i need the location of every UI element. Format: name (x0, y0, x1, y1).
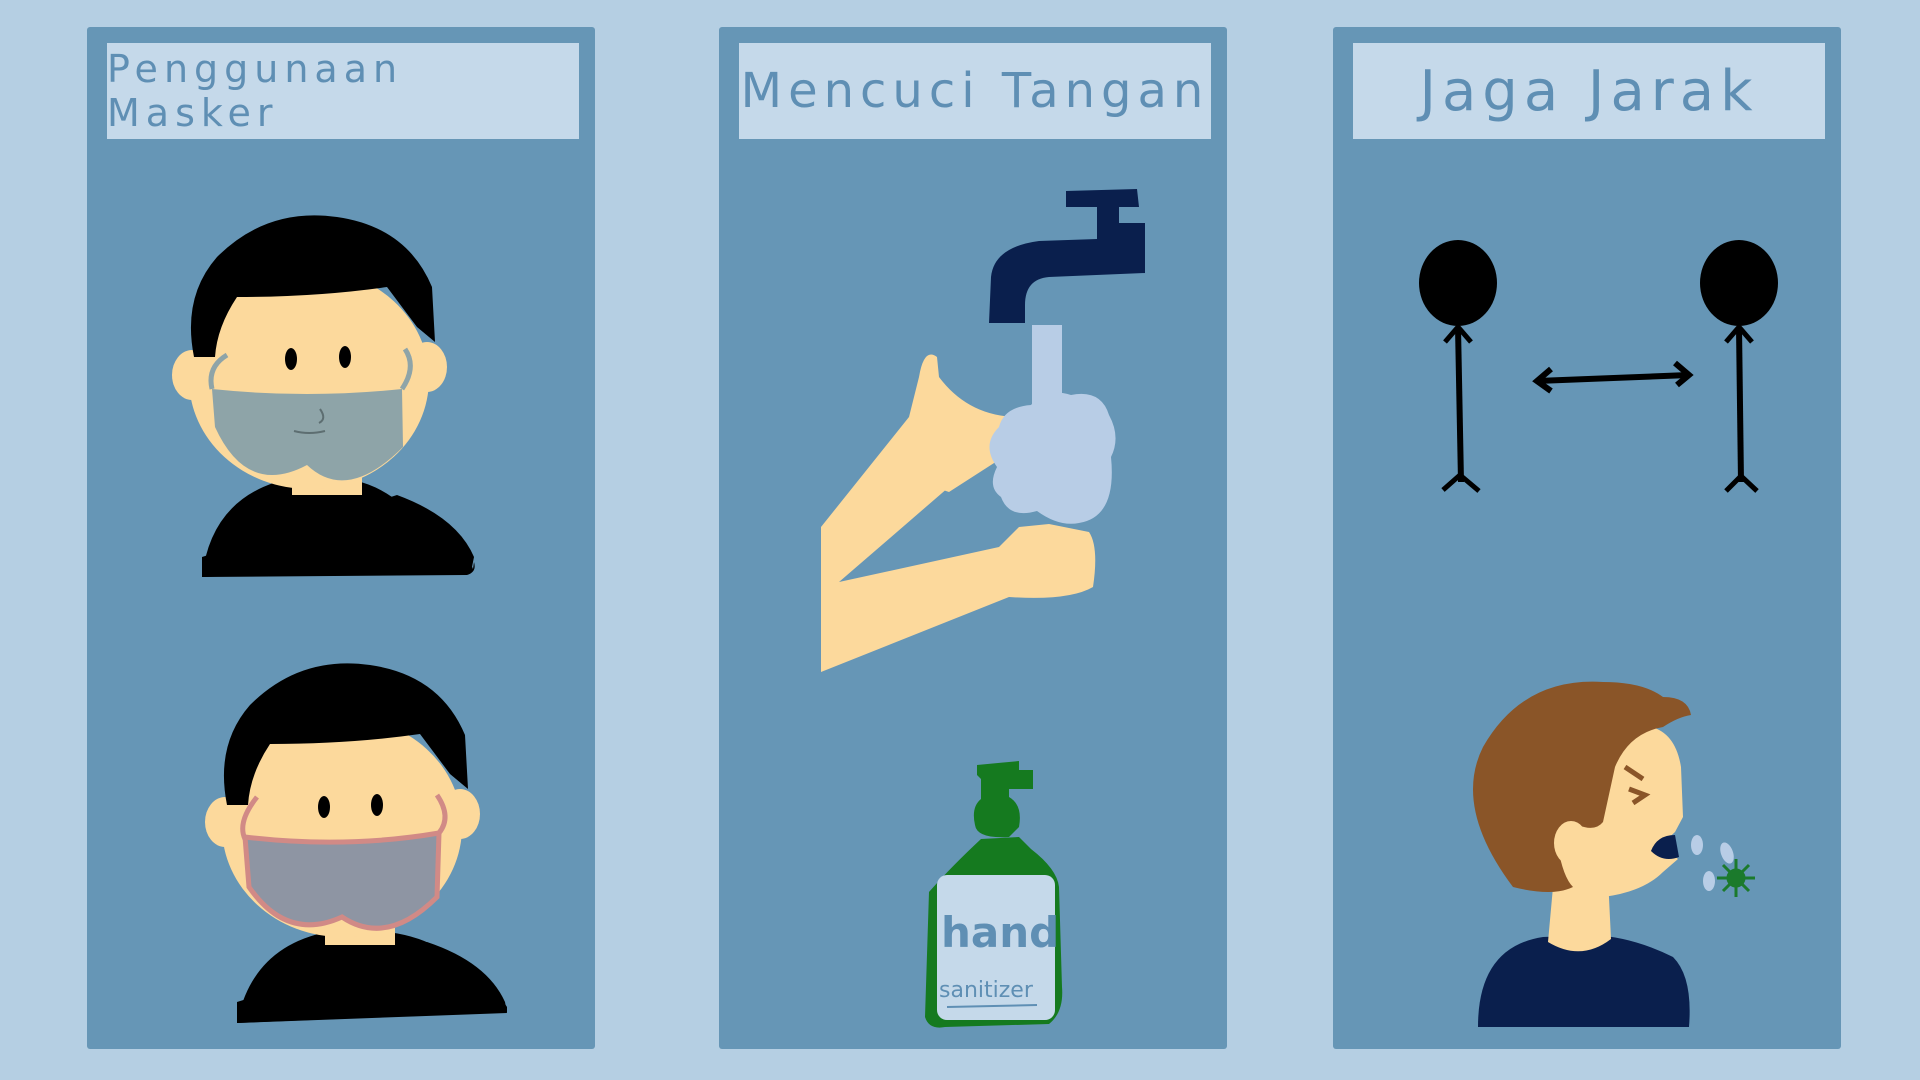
panel-hand-washing: Mencuci Tangan hand sanitizer (719, 27, 1227, 1049)
mask-people-illustration (172, 215, 507, 1023)
distancing-illustration (1419, 240, 1778, 1027)
soap-foam (989, 392, 1116, 524)
virus-icon (1717, 859, 1755, 897)
stick-figure-left (1419, 240, 1497, 493)
panel-mask-usage: Penggunaan Masker (87, 27, 595, 1049)
double-arrow-icon (1532, 360, 1694, 394)
panel-keep-distance: Jaga Jarak (1333, 27, 1841, 1049)
faucet-icon (989, 189, 1145, 323)
bottle-subtitle-text: sanitizer (939, 978, 1034, 1003)
person-medical-mask (172, 215, 475, 577)
hand-washing-illustration: hand sanitizer (821, 189, 1145, 1028)
hand-sanitizer-bottle: hand sanitizer (925, 761, 1063, 1028)
stick-figure-right (1700, 240, 1778, 493)
coughing-person (1473, 681, 1691, 1027)
illustration-canvas: Penggunaan Masker Mencuci Tangan hand sa… (0, 0, 1920, 1080)
person-cloth-mask (205, 663, 507, 1023)
bottle-brand-text: hand (941, 908, 1059, 957)
